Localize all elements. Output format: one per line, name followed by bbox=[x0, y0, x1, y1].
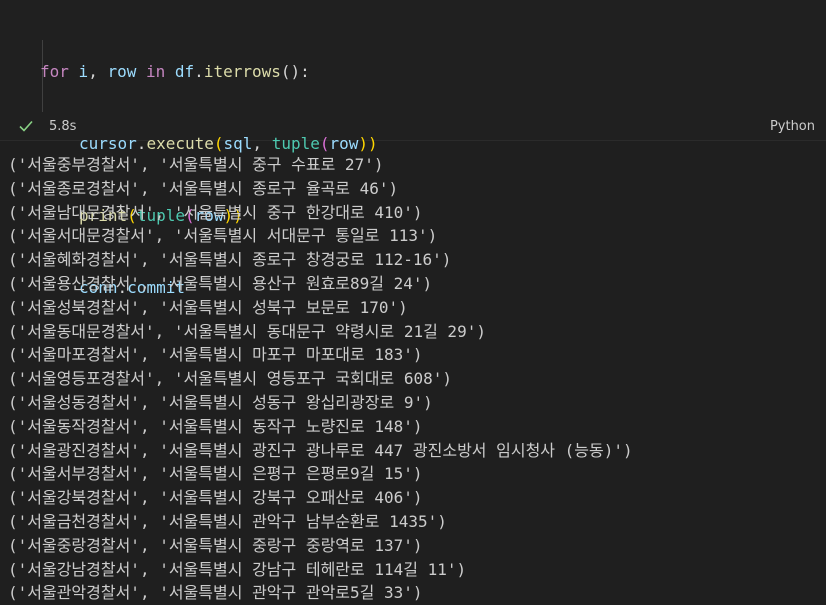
output-line: ('서울강북경찰서', '서울특별시 강북구 오패산로 406') bbox=[8, 488, 423, 508]
output-line: ('서울남대문경찰서', '서울특별시 중구 한강대로 410') bbox=[8, 202, 423, 222]
output-line: ('서울강남경찰서', '서울특별시 강남구 테헤란로 114길 11') bbox=[8, 559, 467, 579]
output-line: ('서울영등포경찰서', '서울특별시 영등포구 국회대로 608') bbox=[8, 369, 452, 389]
output-line: ('서울금천경찰서', '서울특별시 관악구 남부순환로 1435') bbox=[8, 511, 447, 531]
output-line: ('서울동작경찰서', '서울특별시 동작구 노량진로 148') bbox=[8, 416, 423, 436]
output-line: ('서울서부경찰서', '서울특별시 은평구 은평로9길 15') bbox=[8, 464, 423, 484]
execution-time: 5.8s bbox=[49, 119, 77, 134]
var-df: df bbox=[174, 62, 195, 81]
code-cell[interactable]: for i, row in df.iterrows(): cursor.exec… bbox=[0, 0, 826, 297]
check-icon bbox=[18, 118, 34, 134]
output-line: ('서울광진경찰서', '서울특별시 광진구 광나루로 447 광진소방서 임시… bbox=[8, 440, 633, 460]
cell-output: ('서울중부경찰서', '서울특별시 중구 수표로 27') ('서울종로경찰서'… bbox=[8, 153, 633, 605]
language-selector[interactable]: Python bbox=[770, 119, 815, 134]
var-row: row bbox=[107, 62, 137, 81]
output-line: ('서울동대문경찰서', '서울특별시 동대문구 약령시로 21길 29') bbox=[8, 321, 486, 341]
output-line: ('서울관악경찰서', '서울특별시 관악구 관악로5길 33') bbox=[8, 583, 423, 603]
code-line-1: for i, row in df.iterrows(): bbox=[40, 60, 378, 84]
dot: . bbox=[194, 62, 204, 81]
keyword-in: in bbox=[146, 62, 166, 81]
output-line: ('서울혜화경찰서', '서울특별시 종로구 창경궁로 112-16') bbox=[8, 250, 452, 270]
var-i: i bbox=[78, 62, 89, 81]
call-tail: (): bbox=[280, 62, 310, 81]
output-line: ('서울용산경찰서', '서울특별시 용산구 원효로89길 24') bbox=[8, 273, 433, 293]
output-line: ('서울중랑경찰서', '서울특별시 중랑구 중랑역로 137') bbox=[8, 535, 423, 555]
output-line: ('서울중부경찰서', '서울특별시 중구 수표로 27') bbox=[8, 155, 384, 174]
keyword-for: for bbox=[40, 62, 69, 81]
output-line: ('서울마포경찰서', '서울특별시 마포구 마포대로 183') bbox=[8, 345, 423, 365]
output-line: ('서울성북경찰서', '서울특별시 성북구 보문로 170') bbox=[8, 297, 408, 317]
output-line: ('서울성동경찰서', '서울특별시 성동구 왕십리광장로 9') bbox=[8, 392, 433, 412]
output-line: ('서울서대문경찰서', '서울특별시 서대문구 통일로 113') bbox=[8, 226, 438, 246]
fn-iterrows: iterrows bbox=[203, 62, 281, 81]
comma: , bbox=[88, 62, 108, 81]
cell-status-bar: 5.8s Python bbox=[0, 116, 826, 140]
output-line: ('서울종로경찰서', '서울특별시 종로구 율곡로 46') bbox=[8, 178, 399, 198]
